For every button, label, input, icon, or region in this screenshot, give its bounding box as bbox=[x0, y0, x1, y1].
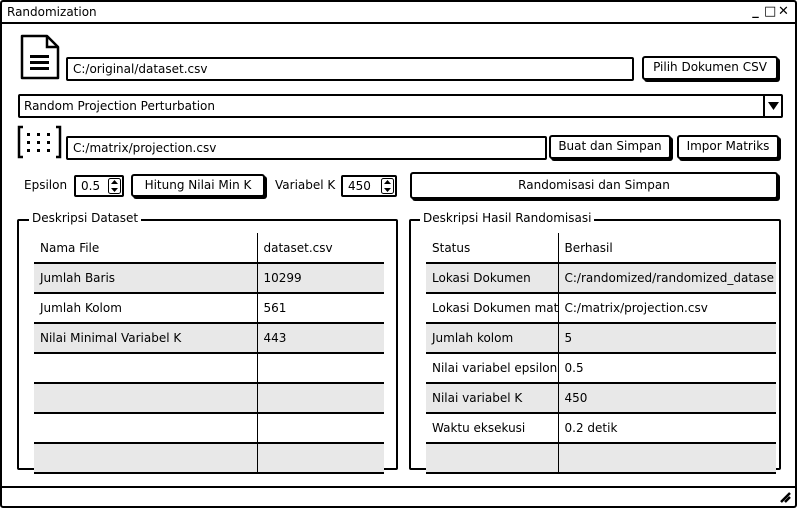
spinner-arrows-icon[interactable] bbox=[381, 178, 394, 194]
status-bar bbox=[2, 486, 795, 506]
k-value: 450 bbox=[348, 179, 371, 193]
document-icon bbox=[19, 33, 61, 84]
table-row bbox=[34, 353, 384, 384]
row-label bbox=[34, 383, 258, 414]
row-label: Status bbox=[426, 233, 559, 264]
row-label bbox=[34, 353, 258, 384]
table-row: Nilai variabel K 450 bbox=[426, 383, 776, 414]
epsilon-label: Epsilon bbox=[24, 178, 68, 192]
result-description-panel: Status Berhasil Lokasi Dokumen C:/randomize… bbox=[409, 219, 781, 474]
table-row: Jumlah Kolom 561 bbox=[34, 293, 384, 324]
table-row: Nilai Minimal Variabel K 443 bbox=[34, 323, 384, 354]
table-row: Jumlah kolom 5 bbox=[426, 323, 776, 354]
row-label: Lokasi Dokumen mat bbox=[426, 293, 559, 324]
row-value: 5 bbox=[558, 323, 776, 354]
row-value: C:/randomized/randomized_datase bbox=[558, 263, 776, 294]
row-label bbox=[34, 413, 258, 444]
create-save-matrix-button[interactable]: Buat dan Simpan bbox=[549, 135, 671, 159]
row-label: Jumlah kolom bbox=[426, 323, 559, 354]
chevron-down-icon[interactable] bbox=[763, 96, 781, 116]
row-value bbox=[257, 443, 384, 474]
import-matrix-button[interactable]: Impor Matriks bbox=[677, 135, 779, 159]
minimize-icon[interactable]: _ bbox=[750, 4, 761, 20]
row-value: 443 bbox=[257, 323, 384, 354]
matrix-icon bbox=[17, 125, 62, 162]
table-row: Jumlah Baris 10299 bbox=[34, 263, 384, 294]
row-value: 0.5 bbox=[558, 353, 776, 384]
dataset-table: Nama File dataset.csv Jumlah Baris 10299 Jum… bbox=[34, 233, 384, 474]
window-controls: _ □ ✕ bbox=[750, 4, 789, 20]
table-row: Waktu eksekusi 0.2 detik bbox=[426, 413, 776, 444]
table-row: Nilai variabel epsilon 0.5 bbox=[426, 353, 776, 384]
choose-csv-button[interactable]: Pilih Dokumen CSV bbox=[642, 56, 778, 80]
table-row: Status Berhasil bbox=[426, 233, 776, 264]
row-value bbox=[257, 353, 384, 384]
table-row bbox=[34, 443, 384, 474]
row-label: Nilai Minimal Variabel K bbox=[34, 323, 258, 354]
table-row bbox=[426, 443, 776, 474]
dataset-panel-title: Deskripsi Dataset bbox=[29, 211, 142, 225]
row-value: C:/matrix/projection.csv bbox=[558, 293, 776, 324]
row-label: Jumlah Kolom bbox=[34, 293, 258, 324]
row-label bbox=[34, 443, 258, 474]
row-label: Jumlah Baris bbox=[34, 263, 258, 294]
row-value: 0.2 detik bbox=[558, 413, 776, 444]
table-row: Nama File dataset.csv bbox=[34, 233, 384, 264]
epsilon-spinner[interactable]: 0.5 bbox=[74, 175, 124, 197]
row-label bbox=[426, 443, 559, 474]
compute-min-k-button[interactable]: Hitung Nilai Min K bbox=[131, 174, 265, 197]
dataset-description-panel: Nama File dataset.csv Jumlah Baris 10299 Jum… bbox=[17, 219, 398, 474]
row-value bbox=[257, 413, 384, 444]
k-spinner[interactable]: 450 bbox=[341, 175, 397, 197]
row-value: 561 bbox=[257, 293, 384, 324]
randomization-window: Randomization _ □ ✕ C:/original/dataset.… bbox=[0, 0, 797, 508]
row-value: Berhasil bbox=[558, 233, 776, 264]
row-label: Nilai variabel epsilon bbox=[426, 353, 559, 384]
row-label: Lokasi Dokumen bbox=[426, 263, 559, 294]
spinner-arrows-icon[interactable] bbox=[108, 178, 121, 194]
result-table: Status Berhasil Lokasi Dokumen C:/randomize… bbox=[426, 233, 776, 474]
title-bar: Randomization _ □ ✕ bbox=[2, 2, 795, 24]
table-row: Lokasi Dokumen mat C:/matrix/projection.c… bbox=[426, 293, 776, 324]
result-panel-title: Deskripsi Hasil Randomisasi bbox=[420, 211, 595, 225]
method-selected-value: Random Projection Perturbation bbox=[24, 99, 215, 113]
resize-grip-icon[interactable] bbox=[779, 491, 791, 506]
row-value: 450 bbox=[558, 383, 776, 414]
document-path-field[interactable]: C:/original/dataset.csv bbox=[66, 57, 634, 81]
matrix-path-field[interactable]: C:/matrix/projection.csv bbox=[66, 136, 547, 160]
row-value: 10299 bbox=[257, 263, 384, 294]
table-row bbox=[34, 383, 384, 414]
row-label: Nilai variabel K bbox=[426, 383, 559, 414]
table-row bbox=[34, 413, 384, 444]
method-select[interactable]: Random Projection Perturbation bbox=[18, 94, 783, 118]
row-label: Nama File bbox=[34, 233, 258, 264]
row-value: dataset.csv bbox=[257, 233, 384, 264]
epsilon-value: 0.5 bbox=[81, 179, 101, 193]
row-label: Waktu eksekusi bbox=[426, 413, 559, 444]
table-row: Lokasi Dokumen C:/randomized/randomized_d… bbox=[426, 263, 776, 294]
row-value bbox=[257, 383, 384, 414]
row-value bbox=[558, 443, 776, 474]
randomize-save-button[interactable]: Randomisasi dan Simpan bbox=[410, 172, 778, 199]
close-icon[interactable]: ✕ bbox=[778, 4, 789, 20]
window-title: Randomization bbox=[7, 5, 97, 19]
maximize-icon[interactable]: □ bbox=[764, 4, 776, 20]
k-variable-label: Variabel K bbox=[275, 178, 336, 192]
